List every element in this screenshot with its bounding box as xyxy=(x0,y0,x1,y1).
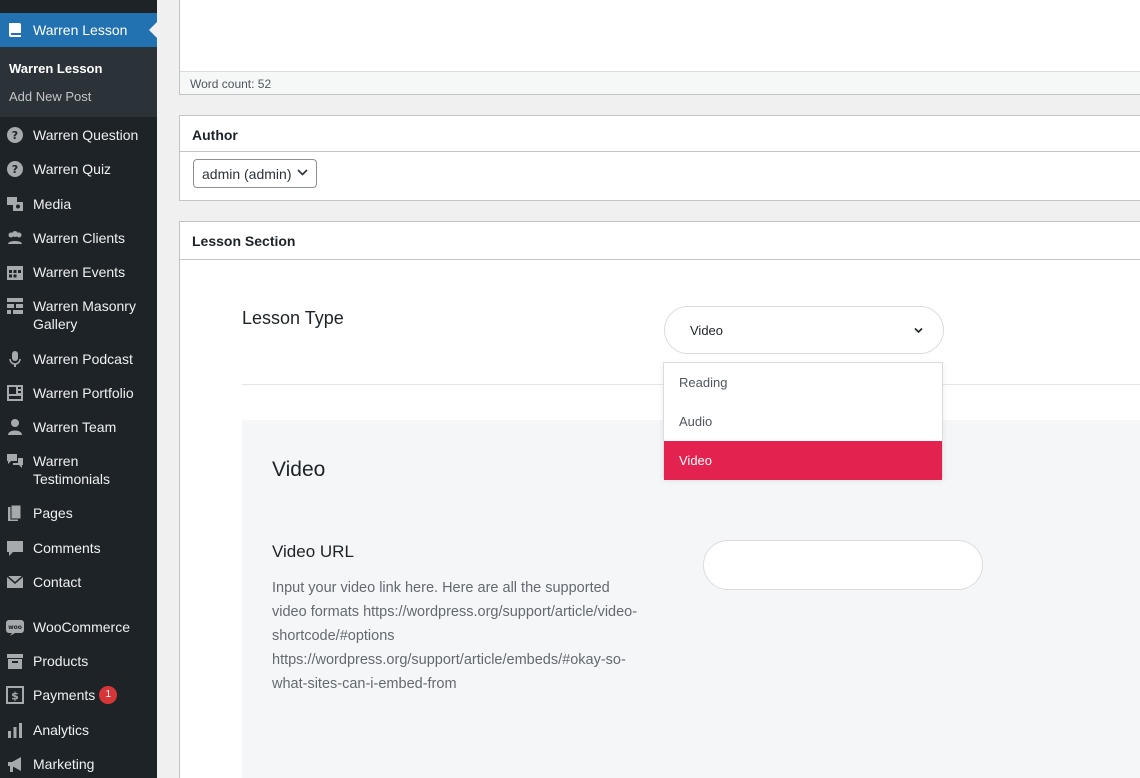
video-section-title: Video xyxy=(272,458,326,481)
sidebar-item-label: Warren Lesson xyxy=(33,22,128,38)
sidebar-item-label: Media xyxy=(33,196,72,212)
megaphone-icon xyxy=(8,757,21,772)
comment-icon xyxy=(7,541,23,556)
lesson-type-select[interactable]: Video xyxy=(664,306,944,354)
media-icon xyxy=(7,197,23,211)
archive-box-icon xyxy=(7,654,23,669)
lesson-type-selected-value: Video xyxy=(690,323,724,338)
word-count: Word count: 52 xyxy=(190,77,272,91)
woocommerce-icon: woo xyxy=(6,620,24,636)
bar-chart-icon xyxy=(8,723,22,738)
option-label: Audio xyxy=(679,414,713,429)
payments-label: Payments xyxy=(33,687,96,703)
svg-text:woo: woo xyxy=(8,624,22,631)
gallery-grid-icon xyxy=(7,298,23,314)
book-icon xyxy=(9,23,21,37)
video-url-description: Input your video link here. Here are all… xyxy=(272,580,638,692)
sidebar-item-label: Contact xyxy=(33,574,82,590)
dollar-icon: $ xyxy=(6,686,24,704)
question-icon: ? xyxy=(7,161,23,177)
svg-text:?: ? xyxy=(12,163,18,176)
envelope-icon xyxy=(6,575,24,588)
pin-icon xyxy=(6,0,22,4)
payments-count-badge: 1 xyxy=(99,686,118,704)
author-select[interactable]: admin (admin) xyxy=(193,159,317,188)
sidebar-item-label: Warren Events xyxy=(33,264,126,280)
person-icon xyxy=(8,419,22,435)
chevron-down-icon xyxy=(914,327,923,334)
divider xyxy=(180,259,1140,260)
sidebar-item-label: Marketing xyxy=(33,756,95,772)
sidebar-item-warren-lesson[interactable]: Warren Lesson xyxy=(0,13,157,47)
divider xyxy=(180,151,1140,152)
word-count-bar: Word count: 52 xyxy=(180,71,1140,94)
calendar-icon xyxy=(7,266,23,280)
option-reading[interactable]: Reading xyxy=(664,363,942,402)
sidebar-item-label: Warren Team xyxy=(33,419,117,435)
microphone-icon xyxy=(9,351,21,367)
option-label: Video xyxy=(679,453,713,468)
editor-box[interactable]: Word count: 52 xyxy=(179,0,1140,95)
speech-bubbles-icon xyxy=(7,454,23,468)
sidebar-item-label: Warren Question xyxy=(33,127,139,143)
sidebar-item-label: Warren Masonry Gallery xyxy=(33,298,136,332)
video-url-label: Video URL xyxy=(272,542,354,561)
question-icon: ? xyxy=(7,127,23,143)
option-label: Reading xyxy=(679,375,728,390)
sidebar-item-label: Pages xyxy=(33,505,73,521)
svg-text:$: $ xyxy=(11,690,19,703)
submenu-item-warren-lesson[interactable]: Warren Lesson xyxy=(9,61,102,76)
sidebar-item-label: Warren Podcast xyxy=(33,351,133,367)
author-title: Author xyxy=(192,127,238,143)
sidebar-item-label: Warren Clients xyxy=(33,230,126,246)
lesson-type-dropdown: Reading Audio Video xyxy=(663,362,943,480)
sidebar-item-label: Payments 1 xyxy=(33,686,153,704)
sidebar-item-label: Comments xyxy=(33,540,101,556)
submenu-item-add-new-post[interactable]: Add New Post xyxy=(9,89,91,104)
option-video[interactable]: Video xyxy=(664,441,942,480)
author-selected-value: admin (admin) xyxy=(202,166,292,182)
lesson-section-title: Lesson Section xyxy=(192,233,296,249)
clients-icon xyxy=(8,231,22,244)
option-audio[interactable]: Audio xyxy=(664,402,942,441)
svg-text:?: ? xyxy=(12,129,18,142)
sidebar-item-label: Products xyxy=(33,653,89,669)
admin-sidebar: Warren Lesson Warren Lesson Add New Post… xyxy=(0,0,157,778)
pages-icon xyxy=(8,504,22,521)
lesson-type-label: Lesson Type xyxy=(242,308,344,328)
portfolio-icon xyxy=(7,385,23,401)
lesson-section-metabox: Lesson Section Lesson Type Video Video V… xyxy=(179,221,1140,778)
submenu: Warren Lesson Add New Post xyxy=(0,47,157,117)
author-metabox: Author admin (admin) xyxy=(179,115,1140,201)
video-url-input[interactable] xyxy=(703,540,983,590)
chevron-down-icon xyxy=(297,169,308,176)
sidebar-item-label: Warren Portfolio xyxy=(33,385,134,401)
sidebar-item-label: Warren Quiz xyxy=(33,161,112,177)
sidebar-item-label: Analytics xyxy=(33,722,90,738)
sidebar-item-label: WooCommerce xyxy=(33,619,130,635)
sidebar-item-label: Warren Testimonials xyxy=(33,453,111,487)
